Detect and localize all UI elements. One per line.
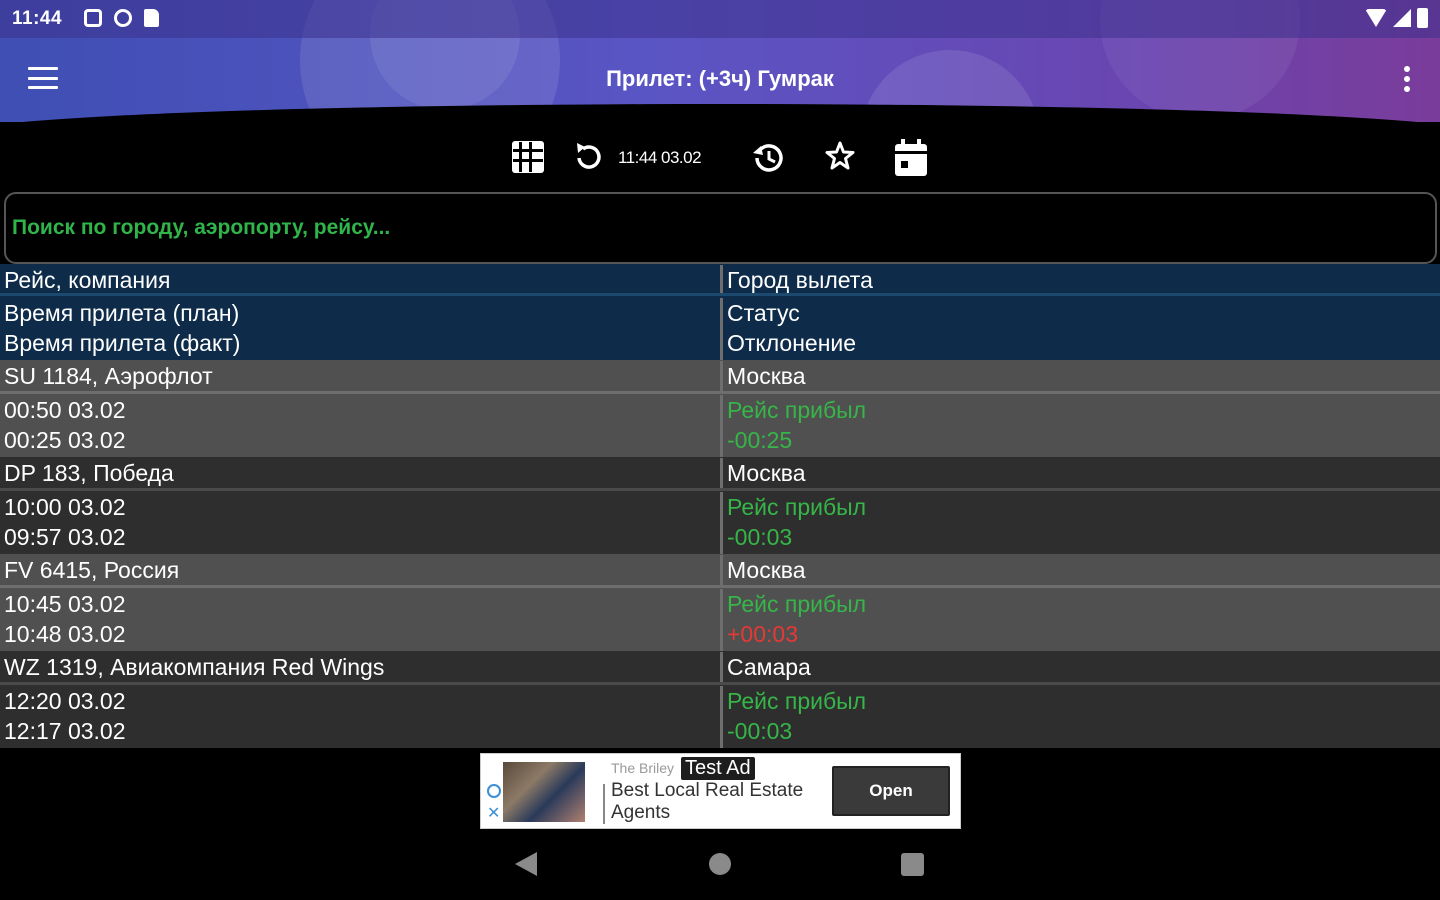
- table-header: Рейс, компания Город вылета Время прилет…: [0, 264, 1440, 360]
- signal-icon: [1393, 9, 1411, 27]
- arrival-times: 10:45 03.02 10:48 03.02: [0, 589, 720, 651]
- history-icon[interactable]: [750, 137, 786, 177]
- app-header: 11:44 Прилет: (+3ч) Гумрак: [0, 0, 1440, 122]
- arrival-times: 12:20 03.02 12:17 03.02: [0, 686, 720, 748]
- table-row[interactable]: FV 6415, Россия Москва 10:45 03.02 10:48…: [0, 554, 1440, 651]
- departure-city: Москва: [720, 555, 1440, 585]
- system-icons: [1365, 8, 1428, 28]
- ad-headline[interactable]: Best Local Real Estate Agents: [611, 780, 831, 824]
- header-actual: Время прилета (факт): [4, 330, 241, 356]
- ad-image[interactable]: [503, 762, 585, 822]
- ad-info-icon[interactable]: [487, 784, 501, 798]
- status-time: 11:44: [12, 8, 63, 29]
- notification-icons: [84, 9, 159, 27]
- flight-name: DP 183, Победа: [4, 460, 174, 486]
- header-planned: Время прилета (план): [4, 300, 240, 326]
- deviation: -00:25: [727, 427, 793, 453]
- back-icon[interactable]: [515, 852, 537, 876]
- wifi-icon: [1365, 9, 1387, 27]
- status-col: Рейс прибыл -00:03: [720, 492, 1440, 554]
- calendar-icon[interactable]: [893, 137, 929, 177]
- status-col: Рейс прибыл -00:03: [720, 686, 1440, 748]
- actual-time: 00:25 03.02: [4, 427, 126, 453]
- flight-status: Рейс прибыл: [727, 494, 867, 520]
- deviation: -00:03: [727, 524, 793, 550]
- flight-status: Рейс прибыл: [727, 688, 867, 714]
- sd-card-icon: [144, 9, 159, 27]
- flight-name: WZ 1319, Авиакомпания Red Wings: [4, 654, 385, 680]
- planned-time: 00:50 03.02: [4, 397, 126, 423]
- departure-city: Самара: [720, 652, 1440, 682]
- arrivals-table: Рейс, компания Город вылета Время прилет…: [0, 264, 1440, 748]
- departure-city: Москва: [720, 361, 1440, 391]
- updated-time: 11:44 03.02: [618, 148, 702, 167]
- planned-time: 10:45 03.02: [4, 591, 126, 617]
- parking-icon: [114, 9, 132, 27]
- departure-city: Москва: [720, 458, 1440, 488]
- home-icon[interactable]: [709, 853, 731, 875]
- arrival-times: 00:50 03.02 00:25 03.02: [0, 395, 720, 457]
- header-status-col: Статус Отклонение: [720, 298, 1440, 360]
- search-box: [4, 192, 1437, 264]
- status-bar: 11:44: [0, 0, 1440, 38]
- status-col: Рейс прибыл -00:25: [720, 395, 1440, 457]
- notification-icon: [84, 9, 102, 27]
- toolbar: 11:44 03.02: [0, 135, 1440, 183]
- flight-status: Рейс прибыл: [727, 591, 867, 617]
- actual-time: 09:57 03.02: [4, 524, 126, 550]
- system-nav-bar: [0, 838, 1440, 900]
- flight-name: FV 6415, Россия: [4, 557, 180, 583]
- ad-brand: The Briley: [611, 760, 675, 776]
- ad-banner[interactable]: ✕ The Briley Test Ad Best Local Real Est…: [480, 753, 961, 829]
- ad-open-button[interactable]: Open: [832, 766, 950, 816]
- search-input[interactable]: [6, 194, 1435, 262]
- grid-icon[interactable]: [510, 137, 546, 177]
- actual-time: 12:17 03.02: [4, 718, 126, 744]
- flight-status: Рейс прибыл: [727, 397, 867, 423]
- ad-divider: [603, 784, 605, 824]
- actual-time: 10:48 03.02: [4, 621, 126, 647]
- header-city: Город вылета: [720, 265, 1440, 293]
- star-icon[interactable]: [822, 137, 858, 177]
- table-row[interactable]: SU 1184, Аэрофлот Москва 00:50 03.02 00:…: [0, 360, 1440, 457]
- planned-time: 10:00 03.02: [4, 494, 126, 520]
- table-row[interactable]: WZ 1319, Авиакомпания Red Wings Самара 1…: [0, 651, 1440, 748]
- deviation: -00:03: [727, 718, 793, 744]
- test-ad-badge: Test Ad: [681, 757, 755, 780]
- planned-time: 12:20 03.02: [4, 688, 126, 714]
- deviation: +00:03: [727, 621, 798, 647]
- arrival-times: 10:00 03.02 09:57 03.02: [0, 492, 720, 554]
- more-options-icon[interactable]: [1402, 66, 1412, 92]
- recent-apps-icon[interactable]: [901, 853, 924, 876]
- refresh-icon[interactable]: [570, 137, 606, 177]
- table-row[interactable]: DP 183, Победа Москва 10:00 03.02 09:57 …: [0, 457, 1440, 554]
- header-status: Статус: [727, 300, 800, 326]
- battery-icon: [1417, 8, 1428, 28]
- page-title: Прилет: (+3ч) Гумрак: [606, 66, 834, 91]
- ad-close-icon[interactable]: ✕: [487, 806, 500, 822]
- header-flight: Рейс, компания: [4, 267, 171, 293]
- status-col: Рейс прибыл +00:03: [720, 589, 1440, 651]
- header-times: Время прилета (план) Время прилета (факт…: [0, 298, 720, 360]
- header-deviation: Отклонение: [727, 330, 857, 356]
- flight-name: SU 1184, Аэрофлот: [4, 363, 213, 389]
